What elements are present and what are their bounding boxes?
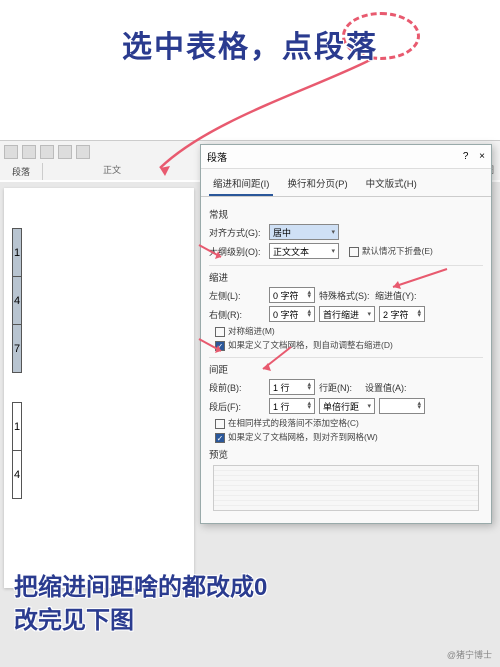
dialog-tabs: 缩进和间距(I) 换行和分页(P) 中文版式(H)	[201, 169, 491, 197]
mirror-label: 对称缩进(M)	[228, 326, 275, 336]
number-list-icon[interactable]	[22, 145, 36, 159]
autogrid-checkbox[interactable]: ✓	[215, 341, 225, 351]
tab-indent-spacing[interactable]: 缩进和间距(I)	[209, 173, 273, 196]
ribbon-group-paragraph[interactable]: 段落	[0, 163, 43, 180]
close-button[interactable]: ×	[479, 151, 485, 162]
multilevel-list-icon[interactable]	[40, 145, 54, 159]
decrease-indent-icon[interactable]	[58, 145, 72, 159]
collapse-checkbox[interactable]	[349, 247, 359, 257]
autogrid-label: 如果定义了文档网格，则自动调整右缩进(D)	[228, 340, 393, 350]
increase-indent-icon[interactable]	[76, 145, 90, 159]
table-below[interactable]: 1 4	[12, 402, 22, 499]
tab-asian-typography[interactable]: 中文版式(H)	[362, 173, 421, 196]
before-spinner[interactable]: 1 行▴▾	[269, 379, 315, 395]
annotation-top: 选中表格，点段落	[0, 22, 500, 66]
after-spinner[interactable]: 1 行▴▾	[269, 398, 315, 414]
table-row: 4	[13, 451, 22, 499]
table-cell: 1	[13, 229, 22, 277]
table-cell: 4	[13, 277, 22, 325]
indent-right-spinner[interactable]: 0 字符▴▾	[269, 306, 315, 322]
snapgrid-label: 如果定义了文档网格，则对齐到网格(W)	[228, 432, 378, 442]
special-select[interactable]: 首行缩进▾	[319, 306, 375, 322]
outline-label: 大纲级别(O):	[209, 245, 265, 258]
selected-table[interactable]: 1 4 7	[12, 228, 22, 373]
table-row: 1	[13, 403, 22, 451]
tab-line-page-breaks[interactable]: 换行和分页(P)	[283, 173, 351, 196]
outline-select[interactable]: 正文文本▾	[269, 243, 339, 259]
collapse-label: 默认情况下折叠(E)	[362, 246, 433, 256]
mirror-checkbox[interactable]	[215, 327, 225, 337]
line-spacing-select[interactable]: 单倍行距▾	[319, 398, 375, 414]
section-spacing: 间距	[209, 357, 483, 376]
table-row: 7	[13, 325, 22, 373]
at-spinner[interactable]: ▴▾	[379, 398, 425, 414]
special-label: 特殊格式(S):	[319, 289, 371, 302]
annotation-bottom: 把缩进间距啥的都改成0 改完见下图	[14, 572, 486, 637]
indent-by-label: 缩进值(Y):	[375, 289, 421, 302]
indent-right-label: 右侧(R):	[209, 308, 265, 321]
preview-box	[213, 465, 479, 511]
at-label: 设置值(A):	[365, 381, 411, 394]
line-spacing-label: 行距(N):	[319, 381, 361, 394]
snapgrid-checkbox[interactable]: ✓	[215, 433, 225, 443]
indent-left-spinner[interactable]: 0 字符▴▾	[269, 287, 315, 303]
nospace-checkbox[interactable]	[215, 419, 225, 429]
table-cell: 1	[13, 403, 22, 451]
table-cell: 7	[13, 325, 22, 373]
dialog-title: 段落	[207, 149, 227, 164]
indent-by-spinner[interactable]: 2 字符▴▾	[379, 306, 425, 322]
table-cell: 4	[13, 451, 22, 499]
watermark: @猪宁博士	[447, 648, 492, 661]
style-body[interactable]: 正文	[103, 163, 121, 180]
table-row: 1	[13, 229, 22, 277]
alignment-label: 对齐方式(G):	[209, 226, 265, 239]
before-label: 段前(B):	[209, 381, 265, 394]
nospace-label: 在相同样式的段落间不添加空格(C)	[228, 418, 359, 428]
page: 1 4 7 1 4	[4, 188, 194, 588]
indent-left-label: 左侧(L):	[209, 289, 265, 302]
alignment-select[interactable]: 居中▾	[269, 224, 339, 240]
after-label: 段后(F):	[209, 400, 265, 413]
preview-label: 预览	[209, 447, 483, 461]
table-row: 4	[13, 277, 22, 325]
help-button[interactable]: ?	[463, 151, 469, 162]
section-general: 常规	[209, 207, 483, 221]
bullet-list-icon[interactable]	[4, 145, 18, 159]
section-indent: 缩进	[209, 265, 483, 284]
paragraph-dialog: 段落 ? × 缩进和间距(I) 换行和分页(P) 中文版式(H) 常规 对齐方式…	[200, 144, 492, 524]
